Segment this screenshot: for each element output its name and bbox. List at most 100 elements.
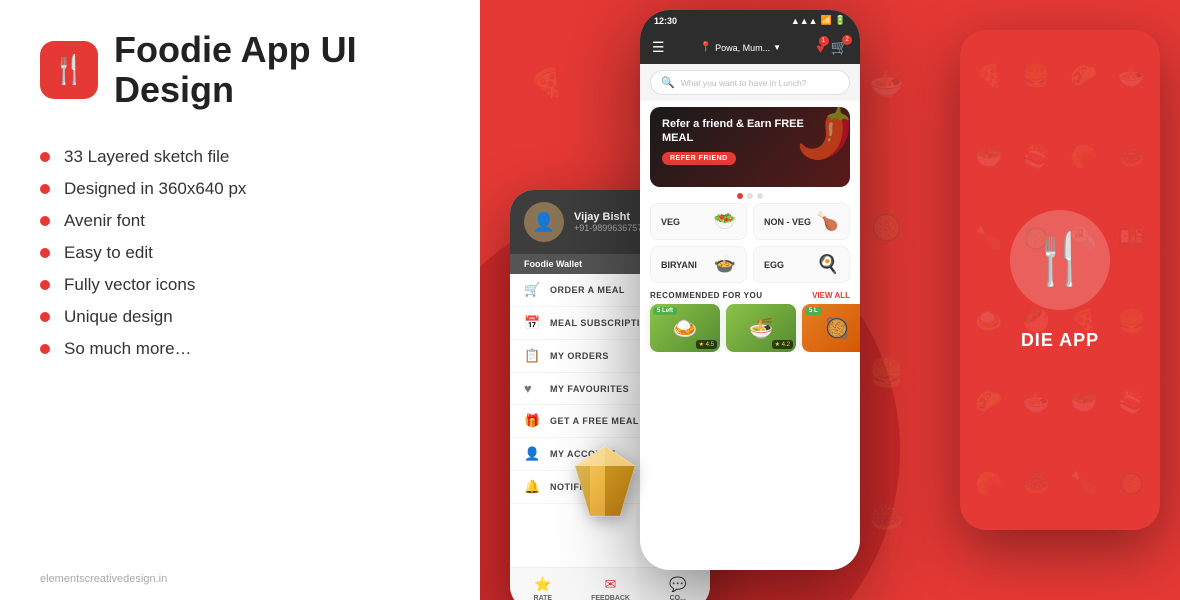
list-item: So much more… (40, 339, 440, 359)
dot-3 (757, 193, 763, 199)
list-item: Easy to edit (40, 243, 440, 263)
status-time: 12:30 (654, 16, 677, 26)
feedback-icon: ✉ (605, 576, 617, 593)
rate-label: RATE (534, 595, 553, 600)
food-card-2[interactable]: 🍜 ★ 4.2 (726, 304, 796, 352)
category-nonveg[interactable]: NON - VEG 🍗 (753, 203, 850, 240)
food-card-img-2: 🍜 ★ 4.2 (726, 304, 796, 352)
list-item: 33 Layered sketch file (40, 147, 440, 167)
orders-icon: 📋 (524, 348, 540, 364)
contact-label: CO... (670, 595, 686, 600)
wishlist-button[interactable]: ♥ 1 (816, 40, 824, 56)
food-card-3[interactable]: 🥘 5 L (802, 304, 860, 352)
cart-button[interactable]: 🛒 2 (831, 39, 848, 56)
menu-label: MEAL SUBSCRIPTION (550, 318, 654, 328)
notification-icon: 🔔 (524, 479, 540, 495)
wishlist-badge: 1 (819, 36, 829, 46)
sketch-diamond (560, 441, 650, 540)
bullet (40, 248, 50, 258)
bullet (40, 312, 50, 322)
bullet (40, 184, 50, 194)
hamburger-icon[interactable]: ☰ (652, 39, 665, 56)
food-emoji-1: 🍛 (673, 316, 698, 341)
view-all-button[interactable]: VIEW ALL (812, 291, 850, 300)
menu-label: ORDER A MEAL (550, 285, 625, 295)
list-item: Designed in 360x640 px (40, 179, 440, 199)
features-list: 33 Layered sketch file Designed in 360x6… (40, 147, 440, 371)
app-header: 🍴 Foodie App UI Design (40, 30, 440, 109)
search-icon: 🔍 (661, 76, 675, 89)
category-veg-label: VEG (661, 217, 680, 227)
menu-label: GET A FREE MEAL (550, 416, 639, 426)
user-avatar: 👤 (524, 202, 564, 242)
food-emoji-3: 🥘 (825, 316, 850, 341)
free-meal-icon: 🎁 (524, 413, 540, 429)
food-tag-1: 5 Left (653, 307, 677, 315)
location-display[interactable]: 📍 Powa, Mum... ▼ (700, 42, 781, 53)
food-card-1[interactable]: 🍛 5 Left ★ 4.5 (650, 304, 720, 352)
category-egg-label: EGG (764, 260, 784, 270)
chevron-down-icon: ▼ (773, 43, 781, 52)
refer-friend-button[interactable]: REFER FRIEND (662, 152, 736, 165)
phone-1-footer: ⭐ RATE ✉ FEEDBACK 💬 CO... (510, 567, 710, 600)
category-biryani[interactable]: BIRYANI 🍲 (650, 246, 747, 283)
rate-button[interactable]: ⭐ RATE (534, 576, 553, 600)
menu-label: MY FAVOURITES (550, 384, 629, 394)
nav-bar: ☰ 📍 Powa, Mum... ▼ ♥ 1 🛒 2 (640, 31, 860, 64)
cart-badge: 2 (842, 35, 852, 45)
recommended-header: RECOMMENDED FOR YOU VIEW ALL (640, 287, 860, 304)
contact-icon: 💬 (669, 576, 686, 593)
favourites-icon: ♥ (524, 381, 540, 396)
location-pin-icon: 📍 (700, 42, 712, 53)
category-egg[interactable]: EGG 🍳 (753, 246, 850, 283)
list-item: Avenir font (40, 211, 440, 231)
list-item: Unique design (40, 307, 440, 327)
search-placeholder: What you want to have in Lunch? (681, 78, 807, 88)
phone-3-pattern: 🍕🍔🌮🍜 🥗🍣🥐🍩 🍗🥘🌯🍱 🍛🥙🍕🍔 🌮🍜🥗🍣 🥐🍩🍗🥘 (960, 30, 1160, 530)
dot-1 (737, 193, 743, 199)
bullet (40, 344, 50, 354)
status-bar: 12:30 ▲▲▲ 📶 🔋 (640, 10, 860, 31)
search-bar[interactable]: 🔍 What you want to have in Lunch? (650, 70, 850, 95)
food-card-img-3: 🥘 5 L (802, 304, 860, 352)
contact-button[interactable]: 💬 CO... (669, 576, 686, 600)
location-text: Powa, Mum... (715, 43, 770, 53)
dot-2 (747, 193, 753, 199)
right-panel: 🍕🍔🌮🍜🥗🍣 🥐🍩🍗🥘🌯🍱 🍛🥙🍕🍔🌮🍜 🥗🍣🥐🍩🍗🥘 (480, 0, 1180, 600)
food-rating-1: ★ 4.5 (696, 340, 717, 349)
banner-content: Refer a friend & Earn FREE MEAL REFER FR… (662, 117, 838, 165)
food-emoji-2: 🍜 (749, 316, 774, 341)
food-tag-3: 5 L (805, 307, 822, 315)
category-biryani-label: BIRYANI (661, 260, 697, 270)
phone-2: 12:30 ▲▲▲ 📶 🔋 ☰ 📍 Powa, Mum... ▼ ♥ (640, 10, 860, 570)
subscription-icon: 📅 (524, 315, 540, 331)
feedback-button[interactable]: ✉ FEEDBACK (591, 576, 630, 600)
bullet (40, 152, 50, 162)
egg-icon: 🍳 (817, 254, 839, 275)
food-cards-row: 🍛 5 Left ★ 4.5 🍜 ★ 4.2 🥘 5 L (640, 304, 860, 352)
left-panel: 🍴 Foodie App UI Design 33 Layered sketch… (0, 0, 480, 600)
wifi-icon: 📶 (821, 15, 832, 26)
category-veg[interactable]: VEG 🥗 (650, 203, 747, 240)
recommended-title: RECOMMENDED FOR YOU (650, 291, 762, 300)
phone-3: 🍕🍔🌮🍜 🥗🍣🥐🍩 🍗🥘🌯🍱 🍛🥙🍕🍔 🌮🍜🥗🍣 🥐🍩🍗🥘 🍴 DIE APP (960, 30, 1160, 530)
biryani-icon: 🍲 (714, 254, 736, 275)
list-item: Fully vector icons (40, 275, 440, 295)
feedback-label: FEEDBACK (591, 595, 630, 600)
nonveg-icon: 🍗 (817, 211, 839, 232)
promo-banner[interactable]: Refer a friend & Earn FREE MEAL REFER FR… (650, 107, 850, 187)
veg-icon: 🥗 (714, 211, 736, 232)
bullet (40, 216, 50, 226)
watermark: elementscreativedesign.in (40, 573, 167, 585)
bullet (40, 280, 50, 290)
order-icon: 🛒 (524, 282, 540, 298)
status-icons: ▲▲▲ 📶 🔋 (791, 15, 846, 26)
banner-dots (640, 193, 860, 199)
category-nonveg-label: NON - VEG (764, 217, 811, 227)
signal-icon: ▲▲▲ (791, 16, 818, 26)
nav-action-icons: ♥ 1 🛒 2 (816, 39, 848, 56)
food-categories: VEG 🥗 NON - VEG 🍗 BIRYANI 🍲 EGG 🍳 (640, 203, 860, 283)
food-card-img-1: 🍛 5 Left ★ 4.5 (650, 304, 720, 352)
logo-box: 🍴 (40, 41, 98, 99)
search-section: 🔍 What you want to have in Lunch? (640, 64, 860, 101)
